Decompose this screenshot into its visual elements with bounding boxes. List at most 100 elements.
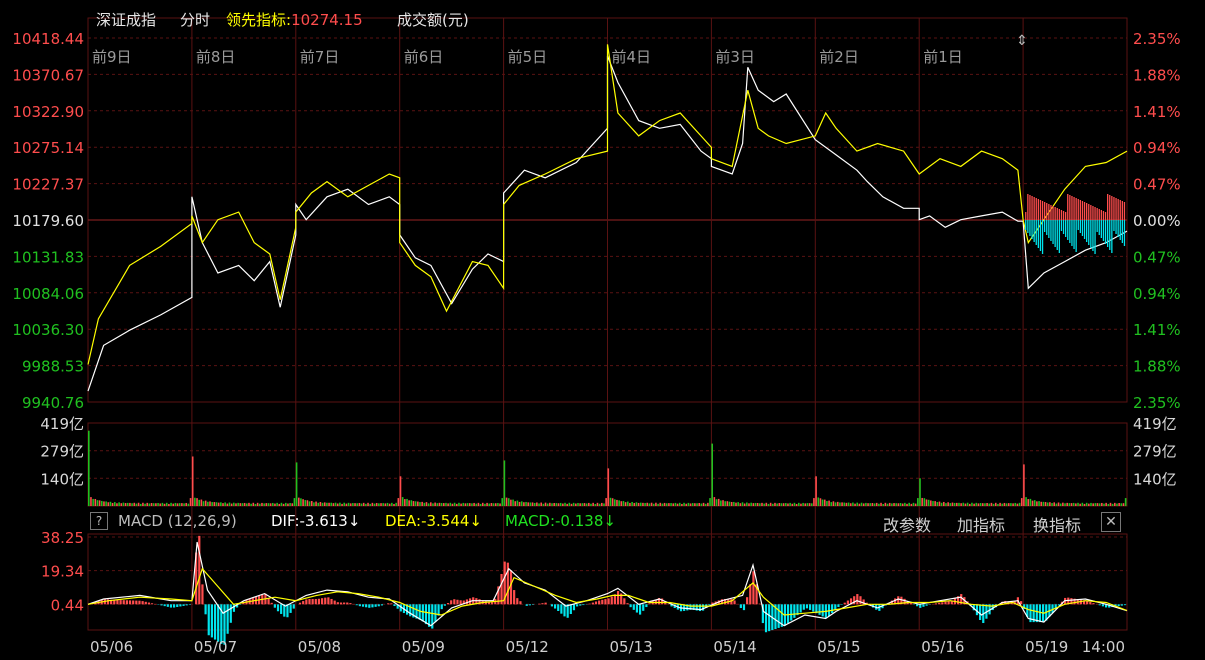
switch-indicator-button[interactable]: 换指标 <box>1033 512 1081 536</box>
buy-pressure-bar <box>1031 196 1033 220</box>
buy-pressure-bar <box>1096 208 1098 220</box>
volume-bar <box>678 502 681 506</box>
x-axis-label: 05/12 <box>506 638 549 656</box>
volume-bar <box>326 502 328 506</box>
buy-pressure-bar <box>1086 203 1088 220</box>
volume-bar <box>685 503 688 506</box>
volume-bar <box>955 502 958 506</box>
volume-bar <box>836 501 839 506</box>
volume-bar <box>1092 503 1094 506</box>
volume-bar <box>624 502 627 506</box>
buy-pressure-bar <box>1065 212 1067 220</box>
sell-pressure-bar <box>1033 220 1035 242</box>
macd-histogram-bar <box>138 600 141 605</box>
macd-histogram-bar <box>459 600 462 605</box>
macd-histogram-bar <box>579 604 582 606</box>
volume-bar <box>979 503 982 506</box>
volume-bar <box>704 503 707 506</box>
volume-bar <box>378 503 380 506</box>
macd-histogram-bar <box>604 599 607 605</box>
percent-tick-label: 1.41% <box>1133 103 1181 121</box>
volume-bar <box>533 502 536 506</box>
macd-histogram-bar <box>616 591 620 605</box>
volume-bar <box>826 501 828 506</box>
macd-histogram-bar <box>733 600 736 605</box>
volume-bar <box>341 503 343 506</box>
volume-bar <box>994 502 997 506</box>
volume-bar <box>650 502 653 506</box>
volume-bar <box>862 503 865 506</box>
percent-tick-label: 0.94% <box>1133 139 1181 157</box>
macd-histogram-bar <box>179 604 182 607</box>
macd-histogram-bar <box>576 604 579 607</box>
macd-histogram-bar <box>343 602 346 605</box>
macd-histogram-bar <box>289 604 292 613</box>
volume-bar <box>90 497 92 506</box>
volume-bar <box>746 502 748 506</box>
sell-pressure-bar <box>1104 220 1107 244</box>
buy-pressure-bar <box>1050 205 1052 220</box>
volume-bar <box>981 503 984 506</box>
volume-bar <box>865 502 867 506</box>
buy-pressure-bar <box>1054 207 1056 220</box>
sell-pressure-bar <box>1115 220 1117 234</box>
help-button[interactable]: ? <box>90 512 108 530</box>
macd-histogram-bar <box>453 599 456 605</box>
volume-bar <box>492 503 495 506</box>
macd-histogram-bar <box>607 598 610 605</box>
volume-bar <box>391 502 393 506</box>
volume-bar <box>1040 501 1043 506</box>
buy-pressure-bar <box>1069 195 1071 220</box>
volume-bar <box>1016 503 1019 506</box>
sell-pressure-bar <box>1096 220 1098 232</box>
leader-indicator: 领先指标:10274.15 <box>226 9 363 33</box>
edit-params-button[interactable]: 改参数 <box>883 512 931 536</box>
macd-histogram-bar <box>638 604 642 615</box>
volume-bar <box>1018 502 1021 506</box>
volume-bar <box>423 502 426 506</box>
day-label: 前4日 <box>612 48 652 66</box>
chart-canvas[interactable]: 10418.44 2.35% 10370.67 1.88% 10322.90 1.41% 1… <box>0 0 1205 660</box>
volume-bar <box>1101 502 1103 506</box>
volume-bar <box>382 503 384 506</box>
volume-bar <box>542 503 545 506</box>
buy-pressure-bar <box>1071 196 1073 220</box>
volume-bar <box>1090 502 1092 506</box>
macd-histogram-bar <box>160 604 163 606</box>
resize-arrows-icon[interactable]: ⇕ <box>1016 33 1028 49</box>
volume-bar <box>276 502 278 506</box>
volume-bar <box>183 503 185 506</box>
volume-bar <box>787 503 789 506</box>
sell-pressure-bar <box>1086 220 1088 242</box>
volume-bar <box>215 502 218 506</box>
volume-bar <box>557 503 560 506</box>
volume-bar <box>949 503 952 506</box>
volume-bar <box>287 503 289 506</box>
volume-bar <box>769 502 772 506</box>
volume-bar <box>932 501 934 506</box>
volume-bar <box>616 499 618 506</box>
buy-pressure-bar <box>1100 210 1102 220</box>
macd-histogram-bar <box>746 597 749 605</box>
sell-pressure-bar <box>1098 220 1100 235</box>
volume-bar <box>213 502 216 506</box>
macd-histogram-bar <box>276 604 280 612</box>
macd-histogram-bar <box>809 604 812 610</box>
macd-histogram-bar <box>128 600 132 605</box>
sell-pressure-bar <box>1054 220 1056 247</box>
macd-histogram-bar <box>169 604 173 608</box>
macd-histogram-bar <box>305 599 308 605</box>
volume-bar <box>1098 503 1101 506</box>
add-indicator-button[interactable]: 加指标 <box>957 512 1005 536</box>
volume-bar <box>440 503 443 506</box>
volume-bar <box>644 503 646 506</box>
macd-histogram-bar <box>226 604 229 634</box>
volume-bar <box>466 503 469 506</box>
mode-label[interactable]: 分时 <box>180 9 210 33</box>
macd-histogram-bar <box>361 604 365 607</box>
close-icon[interactable]: ✕ <box>1101 512 1121 532</box>
volume-bar <box>1072 502 1075 506</box>
macd-tick-label: 38.25 <box>41 529 84 547</box>
volume-bar <box>1051 503 1053 506</box>
volume-bar <box>529 502 532 506</box>
